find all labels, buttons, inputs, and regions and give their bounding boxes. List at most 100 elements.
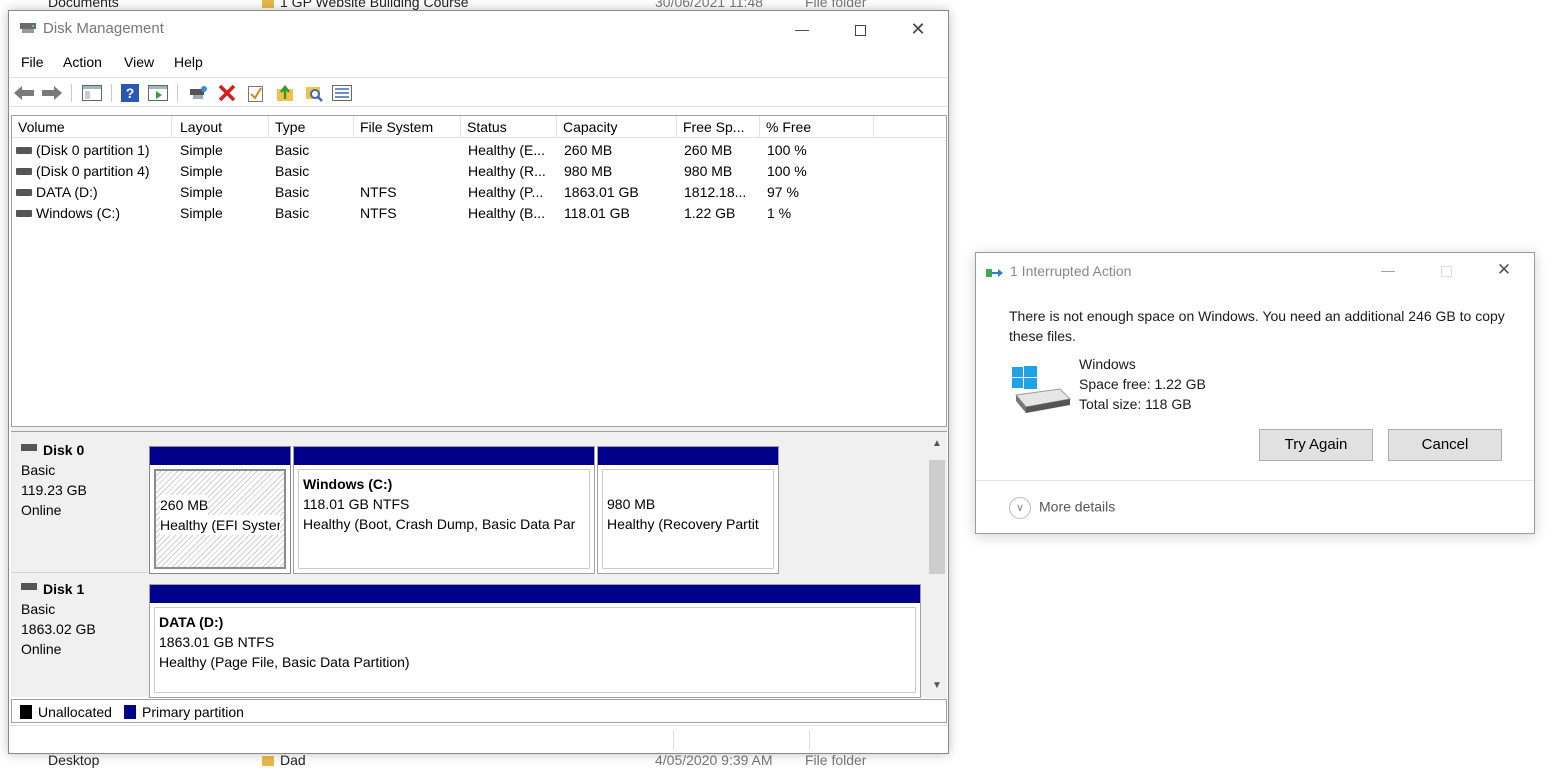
partition-status: Healthy (Page File, Basic Data Partition…	[159, 654, 410, 670]
fs-cell: NTFS	[360, 205, 397, 221]
dialog-close-button[interactable]: ✕	[1481, 253, 1527, 289]
layout-cell: Simple	[180, 184, 223, 200]
partition-status: Healthy (Recovery Partit	[607, 516, 759, 532]
disk-1-label[interactable]: Disk 1 Basic 1863.02 GB Online	[11, 572, 147, 696]
dialog-title: 1 Interrupted Action	[1010, 263, 1132, 279]
interrupted-action-dialog: 1 Interrupted Action — ✕ There is not en…	[975, 252, 1535, 534]
menu-file[interactable]: File	[21, 54, 44, 70]
volume-row[interactable]: (Disk 0 partition 4) Simple Basic Health…	[12, 161, 946, 182]
column-status[interactable]: Status	[461, 116, 557, 138]
maximize-icon	[1440, 265, 1452, 277]
toolbar: ?	[9, 77, 948, 107]
delete-button[interactable]	[216, 82, 238, 104]
disk-management-icon	[20, 23, 36, 33]
status-cell: Healthy (P...	[468, 184, 544, 200]
minimize-button[interactable]: —	[779, 11, 825, 47]
column-layout[interactable]: Layout	[174, 116, 269, 138]
capacity-cell: 980 MB	[564, 163, 613, 179]
column-percent-free[interactable]: % Free	[760, 116, 874, 138]
properties-button[interactable]	[147, 82, 169, 104]
search-button[interactable]	[303, 82, 325, 104]
partition-windows-c[interactable]: Windows (C:) 118.01 GB NTFS Healthy (Boo…	[293, 446, 595, 574]
windows-drive-icon	[1012, 366, 1072, 413]
forward-button[interactable]	[41, 82, 63, 104]
back-button[interactable]	[13, 82, 35, 104]
disk-size: 1863.02 GB	[21, 621, 96, 637]
menu-bar: File Action View Help	[9, 51, 948, 75]
disk-size: 119.23 GB	[21, 482, 87, 498]
partition-efi[interactable]: 260 MB Healthy (EFI Syster	[149, 446, 291, 574]
disk-0-partitions: 260 MB Healthy (EFI Syster Windows (C:) …	[149, 446, 779, 574]
volume-row[interactable]: Windows (C:) Simple Basic NTFS Healthy (…	[12, 203, 946, 224]
menu-view[interactable]: View	[124, 54, 154, 70]
partition-title: Windows (C:)	[303, 476, 393, 492]
list-icon	[332, 85, 352, 101]
dialog-message: There is not enough space on Windows. Yo…	[1009, 308, 1505, 344]
toolbar-separator	[177, 84, 178, 102]
help-button[interactable]: ?	[119, 82, 141, 104]
percent-cell: 100 %	[767, 163, 807, 179]
primary-partition-bar	[598, 447, 778, 465]
scroll-up-icon[interactable]: ▲	[927, 436, 947, 452]
help-icon: ?	[121, 84, 139, 102]
connect-button[interactable]	[187, 82, 209, 104]
check-button[interactable]	[245, 82, 267, 104]
menu-help[interactable]: Help	[174, 54, 203, 70]
legend-unallocated: Unallocated	[20, 703, 112, 721]
type-cell: Basic	[275, 205, 310, 221]
cancel-button[interactable]: Cancel	[1388, 429, 1502, 461]
partition-recovery[interactable]: 980 MB Healthy (Recovery Partit	[597, 446, 779, 574]
volume-name-cell: (Disk 0 partition 4)	[16, 161, 172, 182]
dialog-minimize-button[interactable]: —	[1365, 253, 1411, 289]
fs-cell	[360, 140, 460, 161]
disk-graphical-view: Disk 0 Basic 119.23 GB Online 260 MB Hea…	[11, 431, 947, 698]
column-capacity[interactable]: Capacity	[557, 116, 677, 138]
percent-cell: 100 %	[767, 142, 807, 158]
status-bar	[9, 725, 948, 753]
partition-body: Windows (C:) 118.01 GB NTFS Healthy (Boo…	[298, 469, 590, 569]
disk-0-label[interactable]: Disk 0 Basic 119.23 GB Online	[11, 440, 147, 564]
properties-icon	[148, 85, 168, 101]
scroll-down-icon[interactable]: ▼	[927, 678, 947, 694]
primary-swatch	[124, 705, 136, 720]
copy-transfer-icon	[986, 269, 1003, 277]
export-button[interactable]	[274, 82, 296, 104]
console-tree-button[interactable]	[81, 82, 103, 104]
volume-icon	[16, 209, 32, 217]
capacity-cell: 1863.01 GB	[564, 184, 639, 200]
column-free-space[interactable]: Free Sp...	[677, 116, 760, 138]
graph-scrollbar[interactable]: ▲ ▼	[927, 432, 947, 698]
search-icon	[306, 87, 323, 102]
partition-size: 980 MB	[607, 496, 656, 512]
try-again-button[interactable]: Try Again	[1259, 429, 1373, 461]
nav-item-desktop: Desktop	[48, 752, 100, 768]
volume-row[interactable]: DATA (D:) Simple Basic NTFS Healthy (P..…	[12, 182, 946, 203]
volume-icon	[16, 146, 32, 154]
list-button[interactable]	[331, 82, 353, 104]
scrollbar-thumb[interactable]	[929, 460, 945, 574]
partition-size: 118.01 GB NTFS	[303, 496, 410, 512]
column-file-system[interactable]: File System	[354, 116, 461, 138]
percent-cell: 97 %	[767, 184, 799, 200]
more-details-toggle[interactable]: ∨ More details	[1009, 497, 1115, 519]
volume-row[interactable]: (Disk 0 partition 1) Simple Basic Health…	[12, 140, 946, 161]
partition-size: 260 MB	[160, 495, 209, 515]
drive-name: Windows	[1079, 356, 1136, 372]
delete-icon	[218, 84, 236, 102]
status-cell: Healthy (B...	[468, 205, 546, 221]
menu-action[interactable]: Action	[63, 54, 102, 70]
close-button[interactable]: ✕	[895, 11, 941, 47]
volume-name-cell: DATA (D:)	[16, 182, 172, 203]
column-volume[interactable]: Volume	[12, 116, 172, 138]
window-title: Disk Management	[43, 20, 164, 37]
maximize-button[interactable]	[837, 11, 883, 47]
fs-cell	[360, 161, 460, 182]
layout-cell: Simple	[180, 163, 223, 179]
partition-data-d[interactable]: DATA (D:) 1863.01 GB NTFS Healthy (Page …	[149, 584, 921, 698]
partition-body: 260 MB Healthy (EFI Syster	[154, 469, 286, 569]
type-cell: Basic	[275, 184, 310, 200]
title-bar[interactable]: Disk Management — ✕	[9, 11, 948, 47]
column-type[interactable]: Type	[269, 116, 354, 138]
disk-state: Online	[21, 502, 62, 518]
partition-body: 980 MB Healthy (Recovery Partit	[602, 469, 774, 569]
